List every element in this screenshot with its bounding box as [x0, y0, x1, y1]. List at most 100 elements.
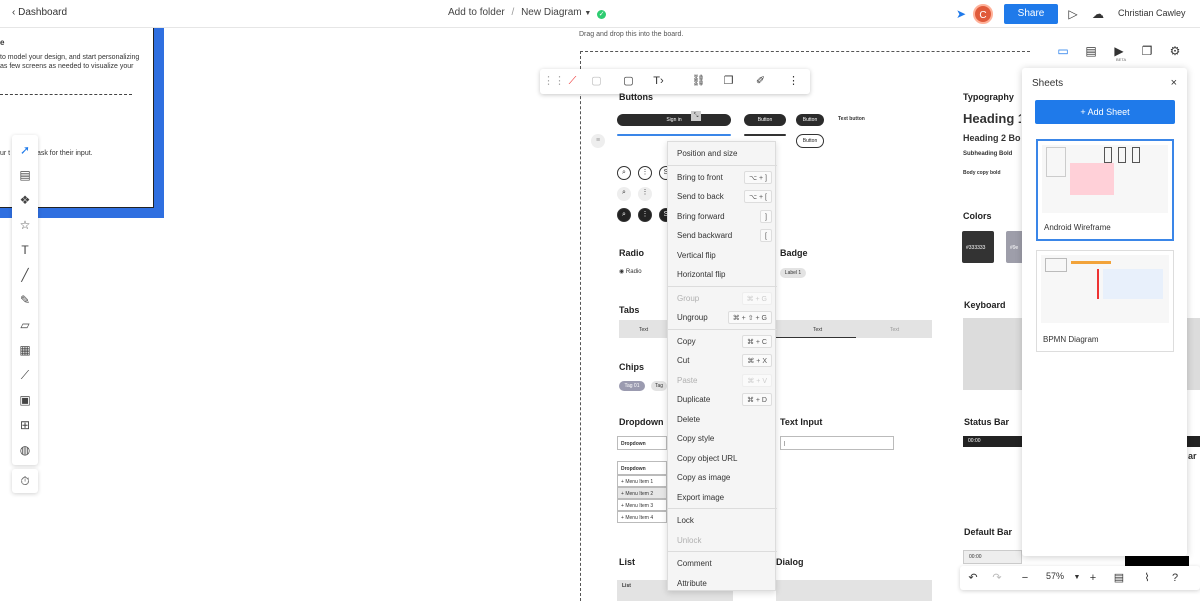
chip[interactable]: Tag: [651, 381, 667, 391]
zoom-in-button[interactable]: +: [1084, 569, 1102, 587]
zoom-out-button[interactable]: −: [1016, 569, 1034, 587]
drag-handle-icon[interactable]: ⋮⋮: [543, 73, 565, 90]
context-menu-item[interactable]: Delete: [668, 410, 777, 429]
chart-icon[interactable]: ⟋: [16, 366, 34, 384]
text-input-sample[interactable]: |: [780, 436, 894, 450]
context-menu-item[interactable]: Bring forward]: [668, 207, 777, 226]
search-icon[interactable]: ⌕: [617, 187, 631, 201]
brush-icon[interactable]: ✐: [752, 73, 769, 90]
button-sample[interactable]: Button: [744, 114, 786, 126]
line-icon[interactable]: ╱: [16, 266, 34, 284]
context-menu-item[interactable]: Attribute: [668, 574, 777, 593]
minimap-icon[interactable]: ▤: [1110, 569, 1128, 587]
body-bold-sample[interactable]: Body copy bold: [963, 170, 1001, 176]
search-icon[interactable]: ⌕: [617, 208, 631, 222]
table-icon[interactable]: ▦: [16, 341, 34, 359]
search-icon[interactable]: ⌕: [617, 166, 631, 180]
redo-icon[interactable]: ↷: [988, 569, 1006, 587]
star-icon[interactable]: ☆: [16, 216, 34, 234]
tab-item[interactable]: Text: [813, 327, 822, 333]
border-style-icon[interactable]: ▢: [588, 73, 605, 90]
button-outline-sample[interactable]: [744, 134, 786, 136]
context-menu-item[interactable]: Lock: [668, 511, 777, 530]
cloud-upload-icon[interactable]: ☁: [1090, 6, 1106, 22]
text-button-sample[interactable]: Text button: [838, 116, 865, 122]
context-menu-item[interactable]: Vertical flip: [668, 246, 777, 265]
context-menu-item[interactable]: Ungroup ⌘ + ⇧ + G: [668, 308, 777, 327]
text-format-icon[interactable]: T›: [650, 73, 667, 90]
add-handle-icon[interactable]: ≡: [591, 134, 605, 148]
context-menu-item[interactable]: Copy style: [668, 429, 777, 448]
activity-icon[interactable]: ⌇: [1138, 569, 1156, 587]
text-icon[interactable]: T: [16, 241, 34, 259]
context-menu-item[interactable]: Copy object URL: [668, 449, 777, 468]
dialog-sample[interactable]: [776, 580, 932, 601]
status-bar-sample[interactable]: 00:00: [963, 436, 1022, 447]
default-bar-sample[interactable]: 00:00: [963, 550, 1022, 564]
pen-icon[interactable]: ✎: [16, 291, 34, 309]
context-menu-item[interactable]: Send backward [: [668, 226, 777, 245]
button-outline-sample[interactable]: Button: [796, 134, 824, 148]
user-name[interactable]: Christian Cawley: [1118, 8, 1186, 18]
card-icon[interactable]: ▤: [16, 166, 34, 184]
frame-icon[interactable]: ▢: [620, 73, 637, 90]
comment-icon[interactable]: ▤: [1082, 42, 1100, 60]
more-vertical-icon[interactable]: ⋮: [638, 187, 652, 201]
cursor-icon[interactable]: ➤: [953, 6, 969, 22]
heading-2-sample[interactable]: Heading 2 Bold: [963, 133, 1021, 143]
sheet-card-bpmn-diagram[interactable]: BPMN Diagram: [1036, 250, 1174, 352]
color-swatch[interactable]: #9e: [1006, 231, 1022, 263]
no-fill-icon[interactable]: ⟋: [564, 73, 581, 90]
dropdown-field[interactable]: Dropdown: [617, 436, 667, 450]
button-sample[interactable]: Button: [796, 114, 824, 126]
undo-icon[interactable]: ↶: [964, 569, 982, 587]
context-menu-item[interactable]: Bring to front ⌥ + ]: [668, 168, 777, 187]
present-play-icon[interactable]: ▷: [1065, 6, 1081, 22]
context-menu-item[interactable]: Duplicate ⌘ + D: [668, 390, 777, 409]
more-vertical-icon[interactable]: ⋮: [638, 166, 652, 180]
dropdown-open[interactable]: Dropdown: [617, 461, 667, 475]
back-to-dashboard-link[interactable]: ‹ Dashboard: [12, 7, 67, 18]
context-menu-item[interactable]: Export image: [668, 488, 777, 507]
dropdown-menu-item[interactable]: + Menu Item 4: [617, 511, 667, 523]
sticky-note-icon[interactable]: ▱: [16, 316, 34, 334]
dropdown-menu-item[interactable]: + Menu Item 3: [617, 499, 667, 511]
context-menu-item[interactable]: Copy ⌘ + C: [668, 332, 777, 351]
keyboard-sample[interactable]: [963, 318, 1022, 390]
sign-in-button[interactable]: Sign in: [617, 114, 731, 126]
chip[interactable]: Tag 01: [619, 381, 645, 391]
help-icon[interactable]: ?: [1166, 569, 1184, 587]
color-swatch[interactable]: #333333: [962, 231, 994, 263]
context-menu-item[interactable]: Position and size: [668, 144, 777, 163]
settings-gear-icon[interactable]: ⚙: [1166, 42, 1184, 60]
subheading-sample[interactable]: Subheading Bold: [963, 151, 1012, 157]
image-icon[interactable]: ▣: [16, 391, 34, 409]
link-icon[interactable]: ⛓: [690, 73, 707, 90]
diagram-name[interactable]: New Diagram: [521, 7, 582, 18]
zoom-level[interactable]: 57%: [1046, 571, 1064, 581]
more-icon[interactable]: ⋮: [785, 73, 802, 90]
heading-1-sample[interactable]: Heading 1: [963, 111, 1021, 126]
more-vertical-icon[interactable]: ⋮: [638, 208, 652, 222]
palette-icon[interactable]: ◍: [16, 441, 34, 459]
resize-handle-icon[interactable]: ⤡: [691, 111, 701, 121]
shapes-icon[interactable]: ❖: [16, 191, 34, 209]
select-icon[interactable]: ➚: [16, 141, 34, 159]
close-icon[interactable]: ×: [1171, 77, 1177, 89]
add-to-folder-link[interactable]: Add to folder: [448, 7, 505, 18]
sheets-icon[interactable]: ▭: [1054, 42, 1072, 60]
share-button[interactable]: Share: [1004, 4, 1058, 24]
context-menu-item[interactable]: Cut ⌘ + X: [668, 351, 777, 370]
chevron-down-icon[interactable]: ▼: [584, 10, 591, 17]
layers-icon[interactable]: ❐: [720, 73, 737, 90]
radio-option[interactable]: ◉ Radio: [619, 268, 642, 275]
timer-icon[interactable]: ⏱: [12, 469, 38, 493]
embed-icon[interactable]: ⊞: [16, 416, 34, 434]
tab-item[interactable]: Text: [619, 320, 667, 338]
copy-icon[interactable]: ❐: [1138, 42, 1156, 60]
tab-item[interactable]: Text: [890, 327, 899, 333]
context-menu-item[interactable]: Comment: [668, 554, 777, 573]
dropdown-menu-item[interactable]: + Menu Item 1: [617, 475, 667, 487]
sheet-card-android-wireframe[interactable]: Android Wireframe: [1036, 139, 1174, 241]
selected-outline-button[interactable]: [617, 134, 731, 136]
